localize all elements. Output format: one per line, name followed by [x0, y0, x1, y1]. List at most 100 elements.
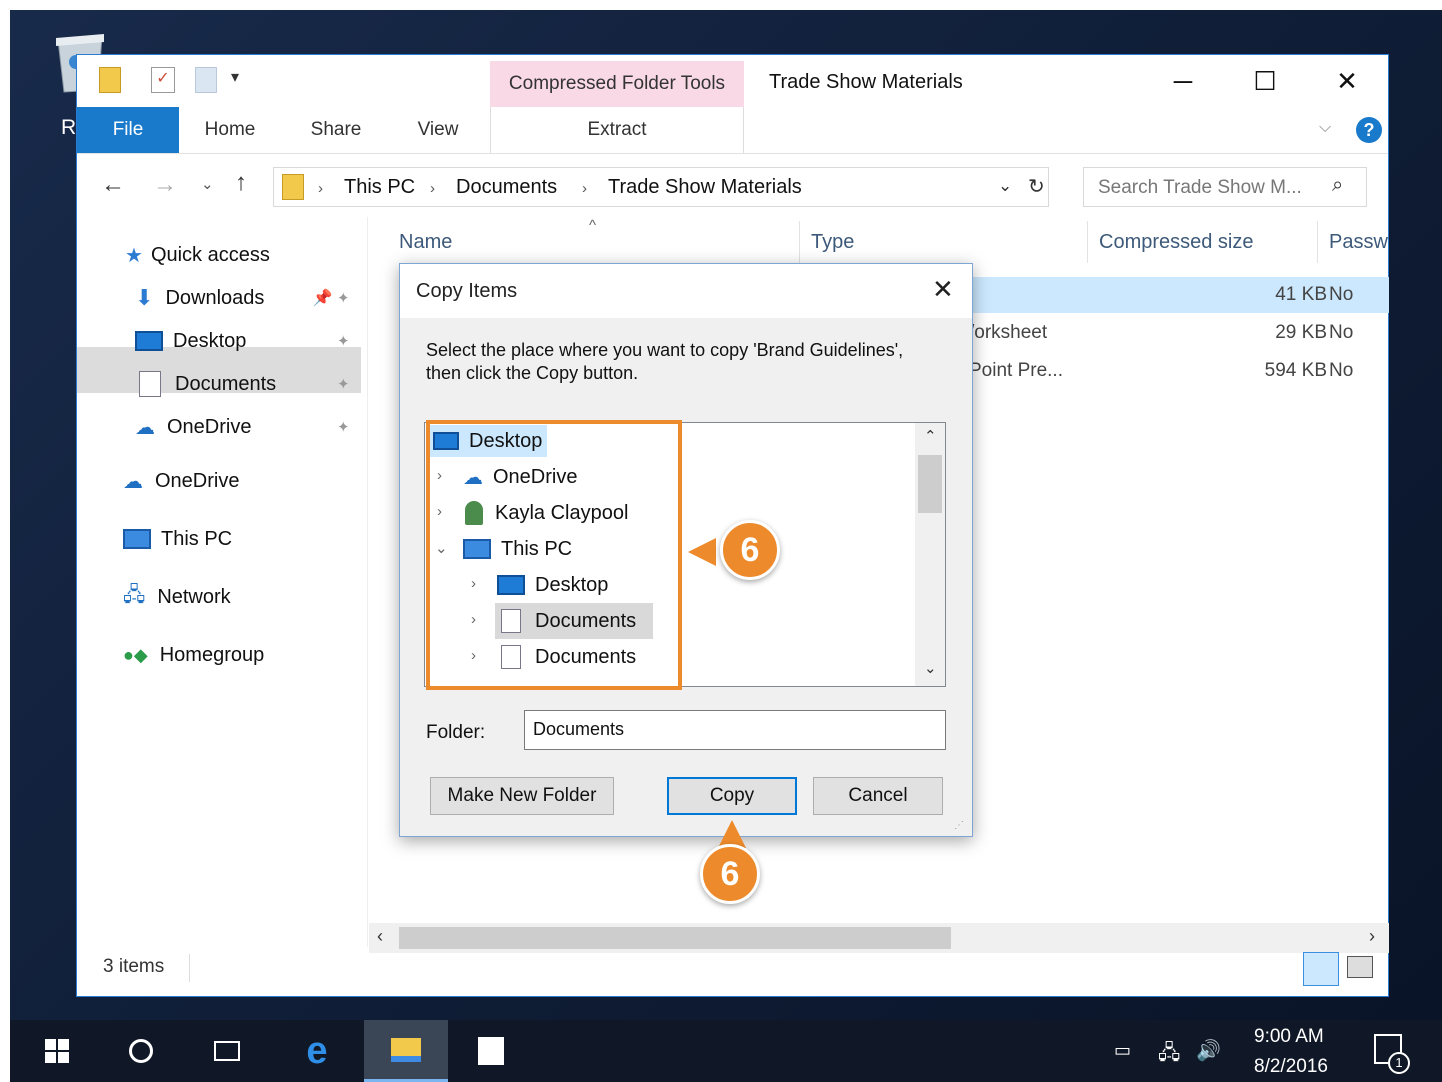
folder-icon	[391, 1037, 421, 1062]
star-icon: ★	[125, 244, 143, 267]
highlight-box	[426, 420, 682, 690]
dialog-close-icon[interactable]: ✕	[932, 274, 954, 305]
forward-arrow-icon[interactable]: →	[153, 171, 177, 199]
folder-field[interactable]: Documents	[524, 710, 946, 750]
pin-icon[interactable]: ✦	[337, 375, 350, 393]
row-size: 41 KB	[1275, 284, 1327, 305]
column-divider[interactable]	[1087, 221, 1088, 263]
volume-icon[interactable]: 🔊	[1196, 1038, 1221, 1063]
quick-access-toolbar: ✓ ▾	[91, 55, 271, 102]
edge-button[interactable]: e	[282, 1020, 352, 1082]
copy-button[interactable]: Copy	[667, 777, 797, 815]
row-size: 29 KB	[1275, 322, 1327, 343]
refresh-icon[interactable]: ↻	[1028, 174, 1045, 199]
cortana-button[interactable]	[106, 1020, 176, 1082]
column-type[interactable]: Type	[811, 231, 854, 254]
back-arrow-icon[interactable]: ←	[101, 171, 125, 199]
start-button[interactable]	[22, 1020, 92, 1082]
breadcrumb-this-pc[interactable]: This PC	[344, 176, 415, 199]
tab-view[interactable]: View	[395, 107, 481, 153]
help-icon[interactable]: ?	[1356, 117, 1382, 143]
chevron-right-icon: ›	[430, 180, 435, 197]
tab-extract[interactable]: Extract	[490, 107, 744, 153]
recent-locations-icon[interactable]: ⌄	[201, 175, 214, 193]
scroll-left-icon[interactable]: ‹	[377, 926, 383, 947]
clock-time[interactable]: 9:00 AM	[1254, 1026, 1324, 1048]
minimize-button[interactable]: ─	[1142, 55, 1224, 107]
dialog-instruction-line1: Select the place where you want to copy …	[426, 340, 904, 360]
resize-grip-icon[interactable]: ⋰	[954, 820, 964, 831]
address-bar[interactable]: › This PC › Documents › Trade Show Mater…	[273, 167, 1049, 207]
onedrive-icon: ☁	[135, 416, 155, 439]
tab-home[interactable]: Home	[187, 107, 273, 153]
nav-label: OneDrive	[167, 415, 252, 438]
copy-items-dialog: Copy Items ✕ Select the place where you …	[399, 263, 973, 837]
homegroup-icon: ●◆	[123, 644, 148, 665]
properties-icon[interactable]: ✓	[151, 67, 175, 93]
make-new-folder-button[interactable]: Make New Folder	[430, 777, 614, 815]
nav-label: Network	[157, 585, 231, 608]
chevron-right-icon: ›	[582, 180, 587, 197]
nav-documents[interactable]: Documents	[135, 364, 276, 404]
nav-label: This PC	[161, 527, 233, 550]
pin-icon[interactable]: ✦	[337, 332, 350, 350]
tab-share[interactable]: Share	[293, 107, 379, 153]
tab-file[interactable]: File	[77, 107, 179, 153]
close-button[interactable]: ✕	[1306, 55, 1388, 107]
expand-ribbon-icon[interactable]: ⌵	[1319, 119, 1331, 137]
maximize-button[interactable]: ☐	[1224, 55, 1306, 107]
nav-onedrive-pinned[interactable]: ☁ OneDrive	[135, 407, 251, 447]
folder-field-value: Documents	[533, 719, 625, 739]
battery-icon[interactable]: ▭	[1114, 1040, 1131, 1061]
breadcrumb-documents[interactable]: Documents	[456, 176, 557, 199]
nav-desktop[interactable]: Desktop	[135, 321, 246, 361]
taskbar: e ▭ 🖧 🔊 9:00 AM 8/2/2016 1	[10, 1020, 1442, 1082]
folder-label: Folder:	[426, 722, 486, 743]
scrollbar-thumb[interactable]	[918, 455, 942, 513]
customize-toolbar-icon[interactable]: ▾	[231, 67, 239, 87]
nav-network[interactable]: 🖧 Network	[123, 577, 231, 617]
large-icons-view-icon[interactable]	[1347, 956, 1373, 978]
compressed-folder-tools-tab: Compressed Folder Tools	[490, 61, 744, 107]
search-box[interactable]: Search Trade Show M... ⌕	[1083, 167, 1367, 207]
column-compressed-size[interactable]: Compressed size	[1099, 231, 1254, 254]
nav-this-pc[interactable]: This PC	[123, 519, 232, 559]
nav-onedrive[interactable]: ☁ OneDrive	[123, 461, 239, 501]
scroll-right-icon[interactable]: ›	[1369, 926, 1375, 947]
column-divider[interactable]	[1317, 221, 1318, 263]
pin-icon[interactable]: ✦	[337, 289, 350, 307]
row-password: No	[1329, 284, 1354, 305]
pin-icon[interactable]: ✦	[337, 418, 350, 436]
zip-folder-icon	[99, 67, 121, 93]
dialog-title-bar: Copy Items ✕	[400, 264, 972, 318]
pin-icon[interactable]: 📌	[312, 288, 332, 308]
tree-scrollbar[interactable]: ⌃ ⌄	[915, 423, 945, 686]
nav-homegroup[interactable]: ●◆ Homegroup	[123, 635, 264, 675]
scroll-down-icon[interactable]: ⌄	[924, 659, 937, 677]
cancel-button[interactable]: Cancel	[813, 777, 943, 815]
search-icon: ⌕	[1332, 174, 1344, 196]
address-dropdown-icon[interactable]: ⌄	[998, 176, 1012, 196]
column-password[interactable]: Passw	[1329, 231, 1389, 254]
clock-date[interactable]: 8/2/2016	[1254, 1056, 1328, 1078]
row-password: No	[1329, 360, 1354, 381]
row-type: /orksheet	[969, 322, 1048, 343]
notification-badge: 1	[1388, 1052, 1410, 1074]
file-explorer-button[interactable]	[364, 1020, 448, 1082]
nav-label: Desktop	[173, 329, 247, 352]
nav-quick-access[interactable]: ★ Quick access	[125, 235, 270, 275]
details-view-icon[interactable]	[1303, 952, 1339, 986]
up-arrow-icon[interactable]: ↑	[235, 169, 247, 197]
column-divider[interactable]	[799, 221, 800, 263]
network-status-icon[interactable]: 🖧	[1158, 1038, 1180, 1072]
breadcrumb-trade-show-materials[interactable]: Trade Show Materials	[608, 176, 802, 199]
store-icon	[478, 1037, 504, 1065]
callout-pointer	[688, 538, 716, 566]
column-name[interactable]: Name	[399, 231, 452, 254]
scroll-up-icon[interactable]: ⌃	[924, 427, 937, 445]
nav-downloads[interactable]: ⬇ Downloads 📌	[135, 278, 332, 318]
edge-icon: e	[306, 1029, 328, 1072]
new-folder-icon[interactable]	[195, 67, 217, 93]
task-view-button[interactable]	[192, 1020, 262, 1082]
store-button[interactable]	[456, 1020, 526, 1082]
